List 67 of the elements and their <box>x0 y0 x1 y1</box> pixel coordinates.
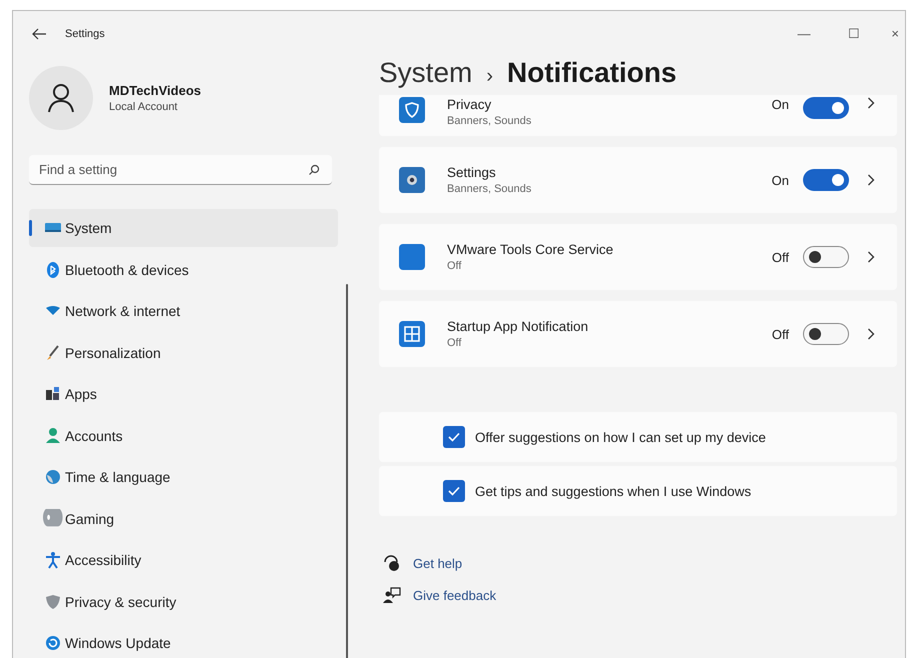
help-link[interactable]: Give feedback <box>413 588 496 602</box>
grid-icon <box>399 321 425 347</box>
toggle-state: On <box>772 97 789 112</box>
app-icon <box>399 244 425 270</box>
sidebar-item[interactable]: Bluetooth & devices <box>29 250 338 288</box>
toggle-state: Off <box>772 250 789 264</box>
chevron-icon[interactable] <box>867 174 875 186</box>
app-detail: Off <box>447 337 462 349</box>
toggle-state: Off <box>772 326 789 342</box>
sidebar-item[interactable]: Windows Update <box>29 624 338 658</box>
app-name: Startup App Notification <box>447 319 590 334</box>
account-type: Local Account <box>109 101 178 113</box>
search-icon[interactable] <box>308 164 320 176</box>
checkbox[interactable] <box>443 426 465 448</box>
app-detail: Banners, Sounds <box>447 115 532 127</box>
sidebar-item[interactable]: Network & internet <box>29 292 338 330</box>
app-detail: Banners, Sounds <box>447 183 532 195</box>
sidebar-item[interactable]: Apps <box>29 375 338 413</box>
app-detail: Off <box>447 260 462 272</box>
back-arrow-icon[interactable] <box>31 27 47 41</box>
minimize-button[interactable]: — <box>779 17 829 49</box>
window-title: Settings <box>65 28 106 40</box>
checkbox[interactable] <box>443 480 465 502</box>
account-name: MDTechVideos <box>109 83 201 98</box>
toggle-switch[interactable] <box>803 323 849 345</box>
chevron-icon[interactable] <box>867 251 875 263</box>
help-link[interactable]: Get help <box>413 556 462 570</box>
sidebar-item[interactable]: Gaming <box>29 500 338 538</box>
toggle-switch[interactable] <box>803 97 849 119</box>
app-name: Privacy <box>447 97 492 112</box>
sidebar-item[interactable]: Accounts <box>29 416 338 454</box>
app-row[interactable]: VMware Tools Core Service Off Off <box>379 224 897 290</box>
gear-icon <box>399 167 425 193</box>
breadcrumb-link[interactable]: System <box>379 57 472 89</box>
app-name: VMware Tools Core Service <box>447 242 614 257</box>
breadcrumb-separator: › <box>486 65 494 88</box>
app-row[interactable]: Settings Banners, Sounds On <box>379 147 897 213</box>
sidebar-item[interactable]: System <box>29 209 338 247</box>
toggle-switch[interactable] <box>803 246 849 268</box>
help-icon <box>383 554 401 572</box>
update-icon <box>43 633 63 653</box>
chevron-icon[interactable] <box>867 328 875 340</box>
app-row[interactable]: Privacy Banners, Sounds On <box>379 95 897 136</box>
chevron-icon[interactable] <box>867 97 875 109</box>
shield-icon <box>399 97 425 123</box>
toggle-switch[interactable] <box>803 169 849 191</box>
person-icon <box>47 83 75 113</box>
sidebar-item[interactable]: Personalization <box>29 334 338 372</box>
close-button[interactable]: × <box>879 17 905 49</box>
app-name: Settings <box>447 165 497 180</box>
sidebar-item[interactable]: Time & language <box>29 458 338 496</box>
sidebar-item[interactable]: Accessibility <box>29 541 338 579</box>
scrollbar[interactable] <box>346 284 348 658</box>
option-label: Get tips and suggestions when I use Windows <box>475 484 752 498</box>
maximize-button[interactable]: ☐ <box>829 17 879 49</box>
globe-icon <box>43 467 63 487</box>
toggle-state: On <box>772 172 789 188</box>
option-label: Offer suggestions on how I can set up my device <box>475 430 766 444</box>
feedback-icon <box>383 586 401 604</box>
accessibility-icon <box>43 550 63 570</box>
checkmark-icon <box>448 486 460 496</box>
checkmark-icon <box>448 432 460 442</box>
sidebar-item[interactable]: Privacy & security <box>29 582 338 620</box>
search-field[interactable]: Find a setting <box>29 155 332 185</box>
app-row[interactable]: Startup App Notification Off Off <box>379 301 897 367</box>
page-title: Notifications <box>507 57 677 89</box>
person-icon <box>43 426 63 446</box>
